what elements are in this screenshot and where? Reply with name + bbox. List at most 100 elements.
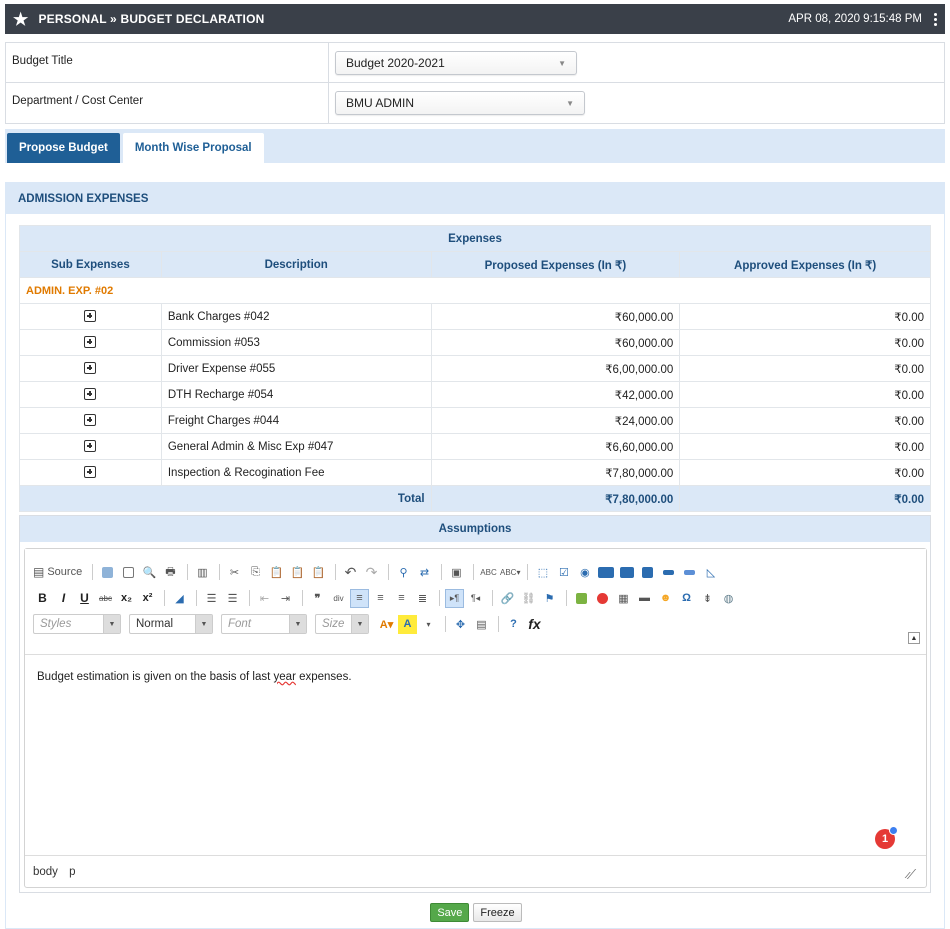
image-icon[interactable] bbox=[572, 589, 591, 608]
source-button[interactable]: ▤ Source bbox=[33, 563, 85, 582]
strikethrough-icon[interactable]: abc bbox=[96, 589, 115, 608]
remove-format-icon[interactable]: ◢ bbox=[170, 589, 189, 608]
expand-plus-icon[interactable] bbox=[84, 310, 97, 323]
underline-icon[interactable]: U bbox=[75, 589, 94, 608]
creatediv-icon[interactable]: div bbox=[329, 589, 348, 608]
path-p[interactable]: p bbox=[69, 866, 75, 878]
text-color-icon[interactable]: A▾ bbox=[377, 615, 396, 634]
formula-icon[interactable]: fx bbox=[525, 615, 544, 634]
chevron-down-icon: ▼ bbox=[558, 58, 566, 68]
tab-propose-budget[interactable]: Propose Budget bbox=[7, 133, 120, 163]
tab-month-wise-proposal[interactable]: Month Wise Proposal bbox=[122, 133, 264, 163]
page-break-icon[interactable]: ⇟ bbox=[698, 589, 717, 608]
expand-plus-icon[interactable] bbox=[84, 414, 97, 427]
spellcheck-as-you-type-icon[interactable]: ABC▾ bbox=[500, 563, 520, 582]
textarea-icon[interactable] bbox=[617, 563, 636, 582]
link-icon[interactable]: 🔗 bbox=[498, 589, 517, 608]
replace-icon[interactable]: ⇄ bbox=[415, 563, 434, 582]
notification-badge[interactable]: 1 bbox=[875, 826, 898, 849]
help-icon[interactable]: ? bbox=[504, 615, 523, 634]
assumptions-panel: Assumptions ▤ Source 🔍 🖶 ▥ ✂ ⎘ 📋 📋 📋 ↶ ↷… bbox=[19, 515, 931, 893]
ltr-icon[interactable]: ▸¶ bbox=[445, 588, 464, 608]
show-blocks-icon[interactable]: ▤ bbox=[472, 615, 491, 634]
format-value: Normal bbox=[136, 618, 174, 630]
dropdown-arrow-icon[interactable]: ▾ bbox=[419, 615, 438, 634]
collapse-toolbar-icon[interactable]: ▲ bbox=[908, 632, 920, 644]
outdent-icon[interactable]: ⇤ bbox=[255, 589, 274, 608]
smiley-icon[interactable]: ☻ bbox=[656, 589, 675, 608]
save-doc-icon[interactable] bbox=[98, 563, 117, 582]
templates-icon[interactable]: ▥ bbox=[193, 563, 212, 582]
select-all-icon[interactable]: ▣ bbox=[447, 563, 466, 582]
row-approved: ₹0.00 bbox=[679, 329, 931, 356]
department-select[interactable]: BMU ADMIN ▼ bbox=[335, 91, 585, 115]
budget-title-select[interactable]: Budget 2020-2021 ▼ bbox=[335, 51, 577, 75]
iframe-icon[interactable]: ◍ bbox=[719, 589, 738, 608]
datetime-display: APR 08, 2020 9:15:48 PM bbox=[788, 13, 922, 25]
styles-dropdown[interactable]: Styles ▼ bbox=[33, 614, 121, 634]
paste-text-icon[interactable]: 📋 bbox=[288, 563, 307, 582]
expand-plus-icon[interactable] bbox=[84, 336, 97, 349]
paste-word-icon[interactable]: 📋 bbox=[309, 563, 328, 582]
form-icon[interactable]: ⬚ bbox=[533, 563, 552, 582]
bulleted-list-icon[interactable]: ☰ bbox=[223, 589, 242, 608]
star-icon[interactable]: ★ bbox=[13, 11, 28, 28]
undo-icon[interactable]: ↶ bbox=[341, 563, 360, 582]
blockquote-icon[interactable]: ❞ bbox=[308, 589, 327, 608]
expand-plus-icon[interactable] bbox=[84, 362, 97, 375]
freeze-button[interactable]: Freeze bbox=[473, 903, 522, 922]
expand-plus-icon[interactable] bbox=[84, 466, 97, 479]
align-left-icon[interactable]: ≡ bbox=[350, 588, 369, 608]
editor-content[interactable]: Budget estimation is given on the basis … bbox=[25, 655, 926, 855]
superscript-icon[interactable]: x² bbox=[138, 589, 157, 608]
print-icon[interactable]: 🖶 bbox=[161, 563, 180, 582]
checkbox-icon[interactable]: ☑ bbox=[554, 563, 573, 582]
numbered-list-icon[interactable]: ☰ bbox=[202, 589, 221, 608]
textfield-icon[interactable] bbox=[596, 563, 615, 582]
background-color-icon[interactable]: A bbox=[398, 614, 417, 634]
font-dropdown[interactable]: Font ▼ bbox=[221, 614, 307, 634]
align-justify-icon[interactable]: ≣ bbox=[413, 589, 432, 608]
align-right-icon[interactable]: ≡ bbox=[392, 589, 411, 608]
row-proposed: ₹24,000.00 bbox=[430, 407, 681, 434]
cut-icon[interactable]: ✂ bbox=[225, 563, 244, 582]
new-page-icon[interactable] bbox=[119, 563, 138, 582]
total-proposed: ₹7,80,000.00 bbox=[430, 485, 681, 512]
table-icon[interactable]: ▦ bbox=[614, 589, 633, 608]
row-approved: ₹0.00 bbox=[679, 355, 931, 382]
italic-icon[interactable]: I bbox=[54, 589, 73, 608]
assumptions-title: Assumptions bbox=[20, 516, 930, 542]
expand-plus-icon[interactable] bbox=[84, 440, 97, 453]
subscript-icon[interactable]: x₂ bbox=[117, 589, 136, 608]
size-dropdown[interactable]: Size ▼ bbox=[315, 614, 369, 634]
unlink-icon[interactable]: ⛓ bbox=[519, 589, 538, 608]
image-button-icon[interactable] bbox=[680, 563, 699, 582]
save-button[interactable]: Save bbox=[430, 903, 470, 922]
spellcheck-icon[interactable]: ABC bbox=[479, 563, 498, 582]
content-text: Budget estimation is given on the basis … bbox=[37, 671, 274, 683]
indent-icon[interactable]: ⇥ bbox=[276, 589, 295, 608]
button-field-icon[interactable] bbox=[659, 563, 678, 582]
flash-icon[interactable] bbox=[593, 589, 612, 608]
align-center-icon[interactable]: ≡ bbox=[371, 589, 390, 608]
copy-icon[interactable]: ⎘ bbox=[246, 563, 265, 582]
redo-icon[interactable]: ↷ bbox=[362, 563, 381, 582]
horizontal-rule-icon[interactable]: ▬ bbox=[635, 589, 654, 608]
find-icon[interactable]: ⚲ bbox=[394, 563, 413, 582]
select-field-icon[interactable] bbox=[638, 563, 657, 582]
format-dropdown[interactable]: Normal ▼ bbox=[129, 614, 213, 634]
path-body[interactable]: body bbox=[33, 866, 58, 878]
expand-plus-icon[interactable] bbox=[84, 388, 97, 401]
resize-handle-icon[interactable] bbox=[897, 869, 917, 879]
kebab-menu-icon[interactable] bbox=[934, 12, 937, 26]
maximize-icon[interactable]: ✥ bbox=[451, 615, 470, 634]
preview-icon[interactable]: 🔍 bbox=[140, 563, 159, 582]
bold-icon[interactable]: B bbox=[33, 589, 52, 608]
special-char-icon[interactable]: Ω bbox=[677, 589, 696, 608]
admission-expenses-section: ADMISSION EXPENSES Expenses Sub Expenses… bbox=[5, 182, 945, 929]
paste-icon[interactable]: 📋 bbox=[267, 563, 286, 582]
rtl-icon[interactable]: ¶◂ bbox=[466, 589, 485, 608]
hidden-field-icon[interactable]: ◺ bbox=[701, 563, 720, 582]
radio-icon[interactable]: ◉ bbox=[575, 563, 594, 582]
anchor-icon[interactable]: ⚑ bbox=[540, 589, 559, 608]
